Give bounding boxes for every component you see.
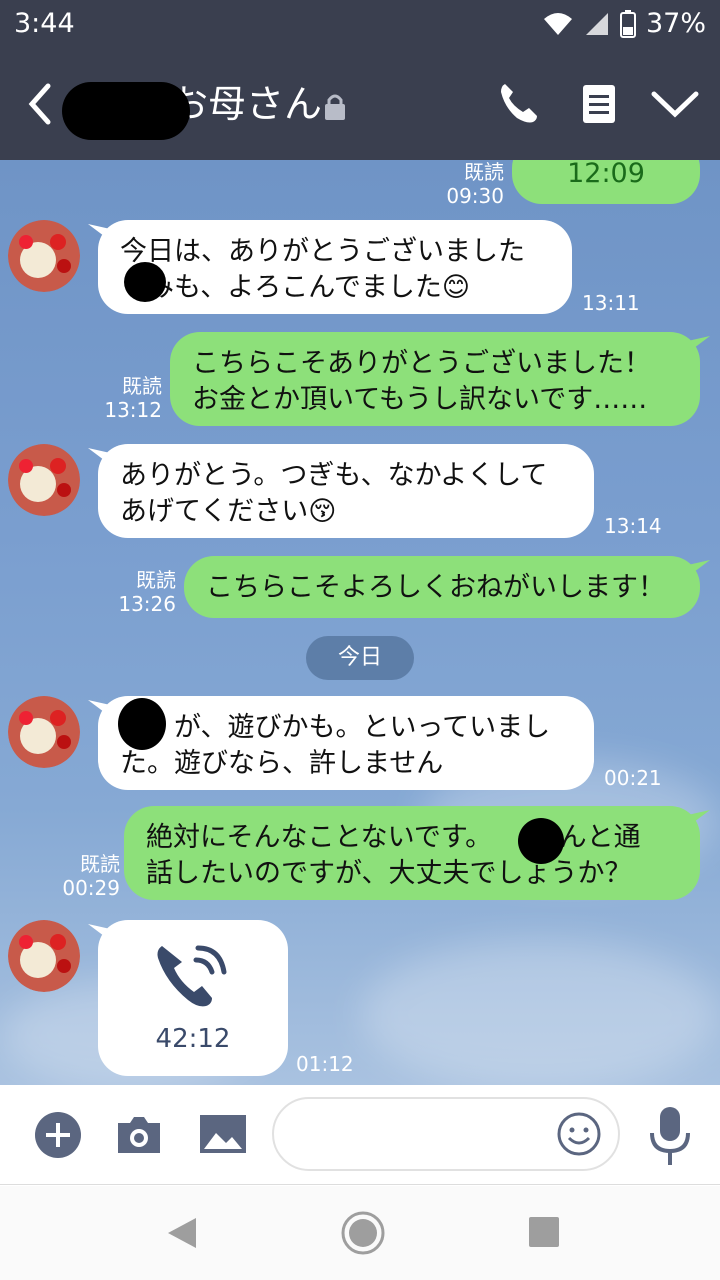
redaction-mark	[118, 698, 166, 750]
redaction-mark	[124, 262, 166, 302]
message-bubble-in[interactable]: が、遊びかも。といっていまし た。遊びなら、許しません	[98, 696, 594, 790]
message-line: こちらこそありがとうございました！	[192, 348, 651, 379]
chat-area[interactable]: 既読 09:30 12:09 今日は、ありがとうございました みも、よろこんでまし…	[0, 160, 720, 1085]
timestamp: 13:11	[582, 291, 640, 315]
avatar-image	[8, 920, 80, 992]
avatar-image	[8, 696, 80, 768]
system-navigation-bar	[0, 1186, 720, 1280]
message-line: 今日は、ありがとうございました	[120, 236, 525, 267]
battery-icon	[619, 9, 636, 38]
read-receipt: 既読 00:29	[62, 852, 120, 900]
read-receipt: 既読 13:12	[104, 374, 162, 422]
chat-header: お母さん	[0, 48, 720, 160]
timestamp: 00:21	[604, 766, 662, 790]
nav-home-icon[interactable]	[340, 1210, 386, 1256]
battery-percent: 37%	[645, 8, 706, 39]
status-indicators: 37%	[542, 8, 706, 39]
avatar-image	[8, 444, 80, 516]
date-divider: 今日	[306, 636, 414, 680]
nav-recent-apps-icon[interactable]	[528, 1216, 560, 1248]
lock-icon	[325, 94, 345, 120]
timestamp: 13:14	[604, 514, 662, 538]
message-line: ありがとう。つぎも、なかよくして	[120, 460, 548, 491]
message-line: が、遊びかも。といっていまし	[120, 712, 551, 743]
call-duration: 42:12	[155, 1024, 231, 1054]
avatar[interactable]	[8, 220, 80, 292]
message-input-bar	[0, 1085, 720, 1185]
message-bubble-out[interactable]: 12:09	[512, 160, 700, 204]
read-receipt: 既読 09:30	[446, 160, 504, 208]
background-cloud	[360, 940, 720, 1085]
notes-icon[interactable]	[582, 84, 616, 124]
message-text: 12:09	[567, 160, 645, 189]
signal-icon	[585, 12, 608, 35]
message-line: お金とか頂いてもうし訳ないです……	[192, 384, 648, 415]
microphone-icon[interactable]	[648, 1105, 692, 1167]
message-line: 絶対にそんなことないです。 さんと通	[146, 822, 641, 853]
timestamp: 01:12	[296, 1052, 354, 1076]
avatar[interactable]	[8, 696, 80, 768]
avatar[interactable]	[8, 444, 80, 516]
message-line: みも、よろこんでました😊	[120, 272, 470, 303]
message-bubble-out[interactable]: こちらこそありがとうございました！ お金とか頂いてもうし訳ないです……	[170, 332, 700, 426]
image-icon[interactable]	[198, 1111, 248, 1157]
message-bubble-in[interactable]: 今日は、ありがとうございました みも、よろこんでました😊	[98, 220, 572, 314]
emoji-icon[interactable]	[556, 1111, 602, 1157]
contact-name: お母さん	[170, 82, 323, 126]
message-line: あげてください😚	[120, 496, 337, 527]
message-bubble-out[interactable]: 絶対にそんなことないです。 さんと通 話したいのですが、大丈夫でしょうか？	[124, 806, 700, 900]
avatar[interactable]	[8, 920, 80, 992]
redaction-mark	[62, 82, 190, 140]
redaction-mark	[518, 818, 564, 864]
call-message-bubble[interactable]: 42:12	[98, 920, 288, 1076]
status-bar: 3:44 37%	[0, 0, 720, 48]
message-line: 話したいのですが、大丈夫でしょうか？	[146, 858, 632, 889]
call-icon	[157, 945, 227, 1007]
wifi-icon	[543, 12, 572, 35]
chevron-down-icon[interactable]	[648, 84, 702, 124]
plus-icon[interactable]	[34, 1111, 82, 1159]
message-bubble-in[interactable]: ありがとう。つぎも、なかよくして あげてください😚	[98, 444, 594, 538]
back-arrow-icon[interactable]	[20, 76, 60, 132]
status-time: 3:44	[14, 8, 75, 39]
message-line: た。遊びなら、許しません	[120, 748, 444, 779]
message-line: こちらこそよろしくおねがいします！	[206, 572, 665, 603]
camera-icon[interactable]	[114, 1111, 164, 1157]
message-bubble-out[interactable]: こちらこそよろしくおねがいします！	[184, 556, 700, 618]
phone-icon[interactable]	[497, 80, 543, 126]
nav-back-icon[interactable]	[166, 1216, 198, 1250]
read-receipt: 既読 13:26	[118, 568, 176, 616]
avatar-image	[8, 220, 80, 292]
